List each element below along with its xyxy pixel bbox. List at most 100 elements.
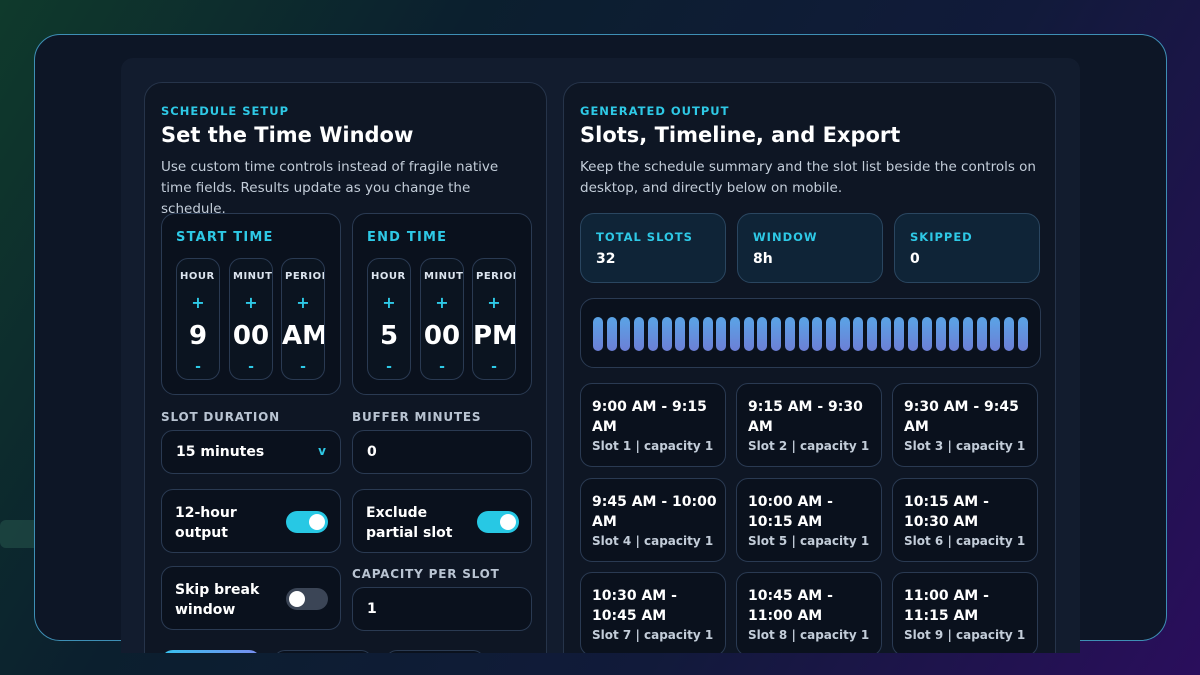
timeline-bar xyxy=(825,317,836,351)
switch-knob xyxy=(289,591,305,607)
timeline-bar xyxy=(962,317,973,351)
spinner-label: MINUTE xyxy=(233,271,273,282)
end-time-label: END TIME xyxy=(367,230,448,245)
timeline-bars xyxy=(593,317,1028,351)
skip-break-switch[interactable] xyxy=(286,588,328,610)
output-title: Slots, Timeline, and Export xyxy=(580,123,901,147)
switch-knob xyxy=(500,514,516,530)
skip-break-label: Skip break window xyxy=(175,582,260,618)
stat-skipped: SKIPPED 0 xyxy=(894,213,1040,283)
decrement-icon[interactable]: - xyxy=(473,359,515,375)
tertiary-action-button[interactable] xyxy=(385,650,485,653)
timeline-bar xyxy=(743,317,754,351)
buffer-minutes-value: 0 xyxy=(367,444,377,460)
slot-meta: Slot 9 | capacity 1 xyxy=(904,628,1026,642)
decrement-icon[interactable]: - xyxy=(368,359,410,375)
slot-duration-value: 15 minutes xyxy=(176,444,265,460)
slot-time: 9:30 AM - 9:45 AM xyxy=(904,399,1019,435)
exclude-partial-label: Exclude partial slot xyxy=(366,505,453,541)
timeline-bar xyxy=(839,317,850,351)
end-minute-spinner[interactable]: MINUTE + 00 - xyxy=(420,258,464,380)
timeline-bar xyxy=(688,317,699,351)
stat-value: 0 xyxy=(910,251,920,267)
slot-time: 10:45 AM - 11:00 AM xyxy=(748,588,833,624)
increment-icon[interactable]: + xyxy=(230,293,272,312)
slot-timeline xyxy=(580,298,1041,368)
timeline-bar xyxy=(894,317,905,351)
primary-action-button[interactable] xyxy=(161,650,261,653)
slot-card: 9:15 AM - 9:30 AM Slot 2 | capacity 1 xyxy=(736,383,882,467)
timeline-bar xyxy=(634,317,645,351)
start-time-label: START TIME xyxy=(176,230,274,245)
slot-time: 10:15 AM - 10:30 AM xyxy=(904,494,989,530)
twelve-hour-toggle-card[interactable]: 12-hour output xyxy=(161,489,341,553)
timeline-bar xyxy=(949,317,960,351)
secondary-action-button[interactable] xyxy=(273,650,373,653)
increment-icon[interactable]: + xyxy=(177,293,219,312)
end-hour-spinner[interactable]: HOUR + 5 - xyxy=(367,258,411,380)
increment-icon[interactable]: + xyxy=(473,293,515,312)
capacity-label: CAPACITY PER SLOT xyxy=(352,567,500,581)
output-eyebrow: GENERATED OUTPUT xyxy=(580,104,730,118)
slot-time: 9:00 AM - 9:15 AM xyxy=(592,399,707,435)
slot-meta: Slot 7 | capacity 1 xyxy=(592,628,714,642)
slot-card: 10:45 AM - 11:00 AM Slot 8 | capacity 1 xyxy=(736,572,882,653)
slot-time: 10:30 AM - 10:45 AM xyxy=(592,588,677,624)
timeline-bar xyxy=(716,317,727,351)
timeline-bar xyxy=(867,317,878,351)
capacity-input[interactable]: 1 xyxy=(352,587,532,631)
end-period-spinner[interactable]: PERIOD + PM - xyxy=(472,258,516,380)
timeline-bar xyxy=(1004,317,1015,351)
setup-title: Set the Time Window xyxy=(161,123,414,147)
start-period-spinner[interactable]: PERIOD + AM - xyxy=(281,258,325,380)
timeline-bar xyxy=(593,317,604,351)
slot-card: 9:00 AM - 9:15 AM Slot 1 | capacity 1 xyxy=(580,383,726,467)
stat-label: SKIPPED xyxy=(910,230,973,244)
setup-eyebrow: SCHEDULE SETUP xyxy=(161,104,290,118)
spinner-label: HOUR xyxy=(180,271,215,282)
twelve-hour-label: 12-hour output xyxy=(175,505,237,541)
slot-meta: Slot 5 | capacity 1 xyxy=(748,534,870,548)
timeline-bar xyxy=(921,317,932,351)
twelve-hour-switch[interactable] xyxy=(286,511,328,533)
start-minute-value: 00 xyxy=(232,321,270,351)
start-time-picker: START TIME HOUR + 9 - MINUTE + 00 - PERI… xyxy=(161,213,341,395)
exclude-partial-toggle-card[interactable]: Exclude partial slot xyxy=(352,489,532,553)
stat-label: WINDOW xyxy=(753,230,818,244)
slot-duration-select[interactable]: 15 minutes v xyxy=(161,430,341,474)
slot-meta: Slot 3 | capacity 1 xyxy=(904,439,1026,453)
stat-total-slots: TOTAL SLOTS 32 xyxy=(580,213,726,283)
slot-meta: Slot 4 | capacity 1 xyxy=(592,534,714,548)
slot-card: 10:00 AM - 10:15 AM Slot 5 | capacity 1 xyxy=(736,478,882,562)
decrement-icon[interactable]: - xyxy=(177,359,219,375)
spinner-label: HOUR xyxy=(371,271,406,282)
increment-icon[interactable]: + xyxy=(282,293,324,312)
slot-meta: Slot 6 | capacity 1 xyxy=(904,534,1026,548)
capacity-value: 1 xyxy=(367,601,377,617)
buffer-minutes-input[interactable]: 0 xyxy=(352,430,532,474)
slot-time: 10:00 AM - 10:15 AM xyxy=(748,494,833,530)
app-window: SCHEDULE SETUP Set the Time Window Use c… xyxy=(121,58,1080,653)
timeline-bar xyxy=(880,317,891,351)
output-description: Keep the schedule summary and the slot l… xyxy=(580,159,1036,196)
decrement-icon[interactable]: - xyxy=(230,359,272,375)
exclude-partial-switch[interactable] xyxy=(477,511,519,533)
setup-description: Use custom time controls instead of frag… xyxy=(161,159,499,217)
generated-output-panel: GENERATED OUTPUT Slots, Timeline, and Ex… xyxy=(563,82,1056,653)
increment-icon[interactable]: + xyxy=(368,293,410,312)
skip-break-toggle-card[interactable]: Skip break window xyxy=(161,566,341,630)
timeline-bar xyxy=(935,317,946,351)
decrement-icon[interactable]: - xyxy=(282,359,324,375)
increment-icon[interactable]: + xyxy=(421,293,463,312)
decrement-icon[interactable]: - xyxy=(421,359,463,375)
end-hour-value: 5 xyxy=(379,321,399,351)
slot-meta: Slot 1 | capacity 1 xyxy=(592,439,714,453)
timeline-bar xyxy=(771,317,782,351)
end-minute-value: 00 xyxy=(423,321,461,351)
timeline-bar xyxy=(976,317,987,351)
spinner-label: MINUTE xyxy=(424,271,464,282)
timeline-bar xyxy=(730,317,741,351)
start-hour-spinner[interactable]: HOUR + 9 - xyxy=(176,258,220,380)
start-minute-spinner[interactable]: MINUTE + 00 - xyxy=(229,258,273,380)
timeline-bar xyxy=(675,317,686,351)
